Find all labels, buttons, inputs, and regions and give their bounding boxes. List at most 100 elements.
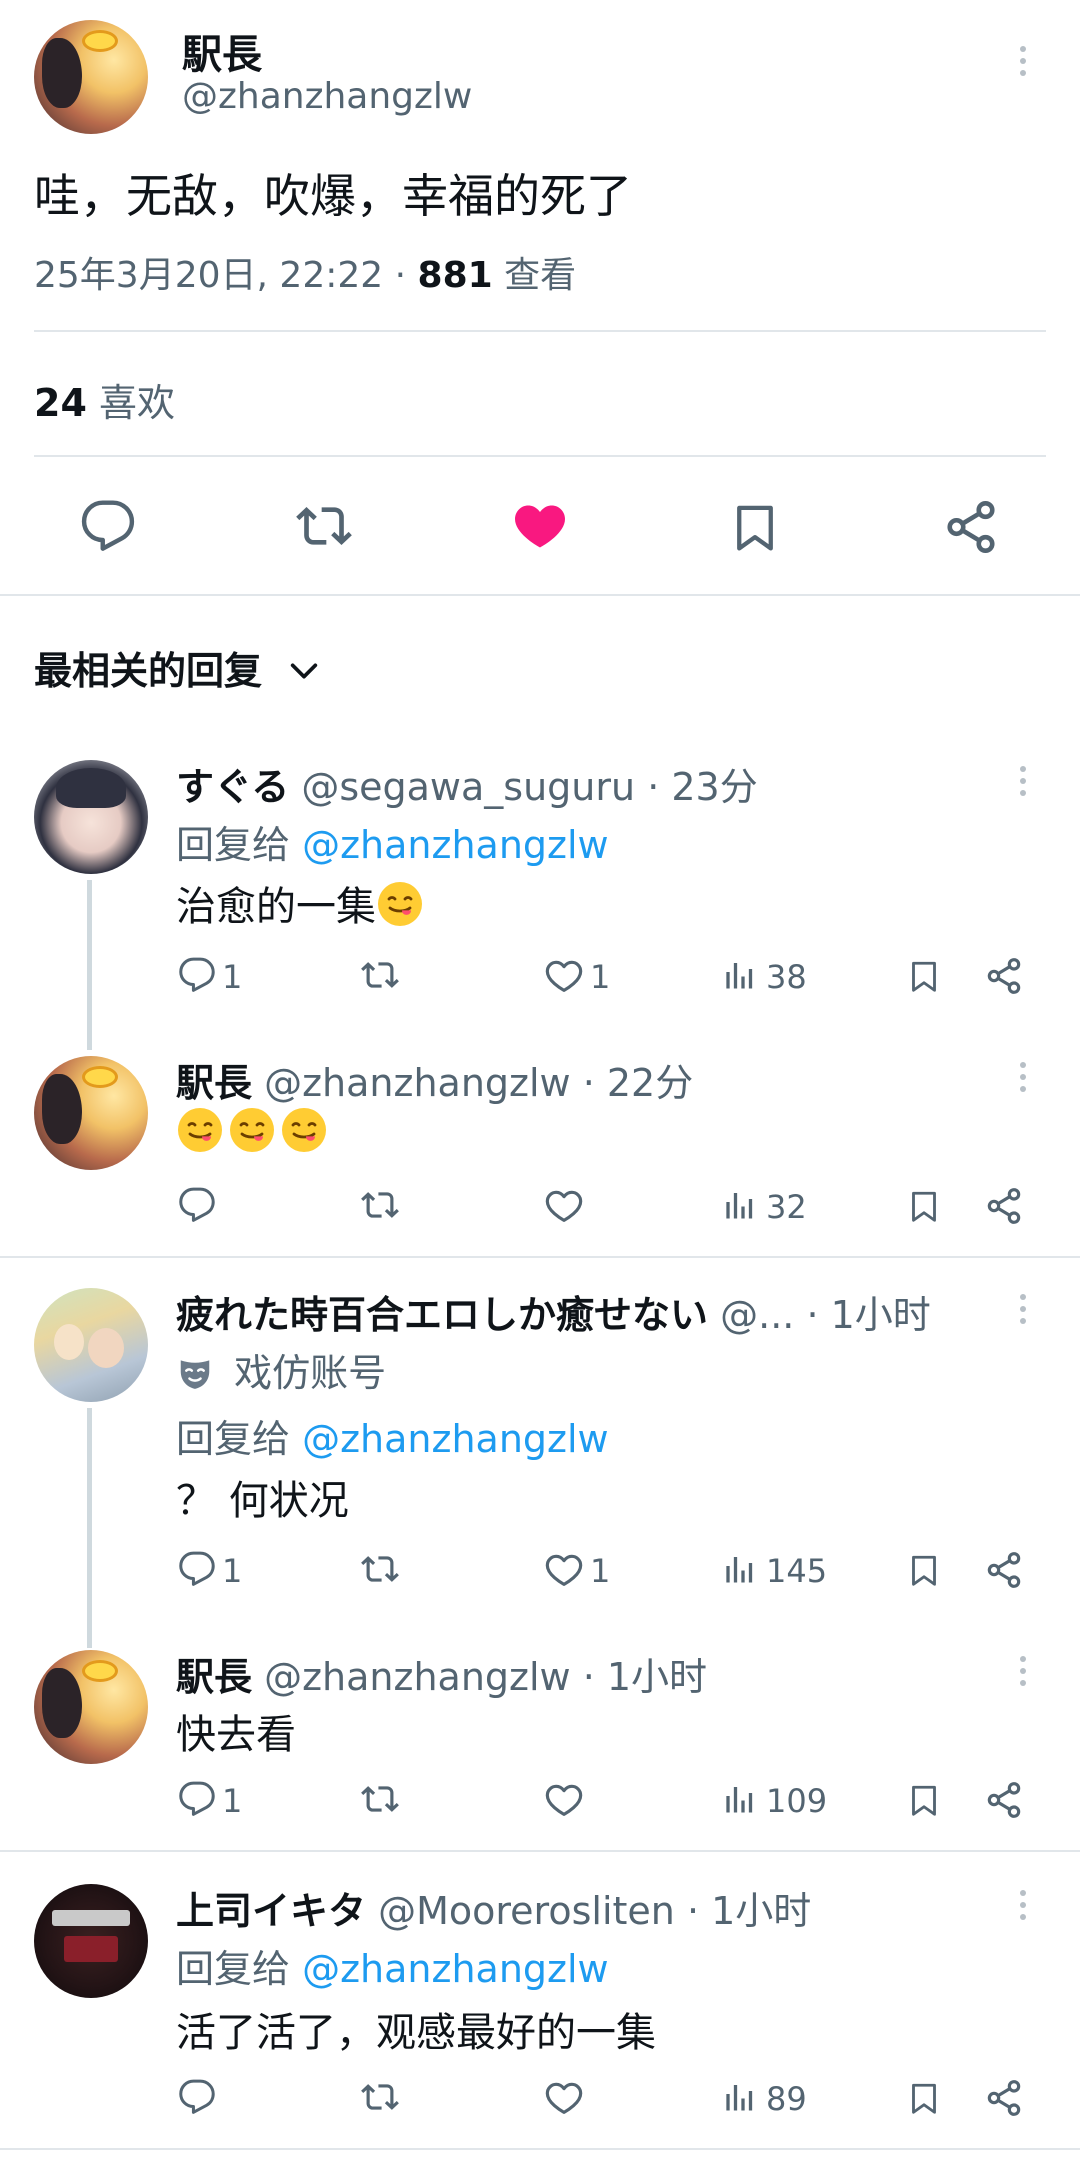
reply-header: すぐる @segawa_suguru · 23分	[176, 756, 758, 811]
reply-time[interactable]: · 22分	[583, 1061, 694, 1105]
reply-handle[interactable]: @zhanzhangzlw	[264, 1655, 571, 1699]
retweet-icon[interactable]	[358, 1186, 402, 1224]
more-icon[interactable]	[1020, 1062, 1028, 1098]
reply-handle[interactable]: @...	[720, 1293, 794, 1337]
views-count: 881	[417, 255, 493, 296]
author-avatar[interactable]	[34, 20, 148, 134]
heart-icon[interactable]	[510, 496, 570, 556]
reply-time[interactable]: · 1小时	[687, 1889, 811, 1933]
reply-icon[interactable]	[178, 956, 216, 994]
reply-handle[interactable]: @Moorerosliten	[378, 1889, 675, 1933]
yum-emoji	[376, 880, 424, 928]
avatar[interactable]	[34, 1288, 148, 1402]
avatar[interactable]	[34, 1650, 148, 1764]
bookmark-icon[interactable]	[728, 498, 782, 556]
views-icon[interactable]	[722, 1780, 758, 1818]
reply-text: 活了活了，观感最好的一集	[176, 2010, 656, 2056]
reply-text-content: 治愈的一集	[176, 884, 376, 930]
bookmark-icon[interactable]	[906, 1780, 942, 1820]
reply-text: 治愈的一集	[176, 874, 424, 932]
bookmark-icon[interactable]	[906, 1550, 942, 1590]
retweet-icon[interactable]	[358, 2078, 402, 2116]
thread-line	[87, 880, 92, 1050]
reply-time[interactable]: · 1小时	[583, 1655, 707, 1699]
reply-header: 上司イキタ @Moorerosliten · 1小时	[176, 1880, 811, 1935]
yum-emoji	[176, 1106, 224, 1154]
parody-mask-icon	[176, 1354, 214, 1392]
views-icon[interactable]	[722, 956, 758, 994]
reply-count: 1	[222, 1782, 243, 1820]
reply-display-name[interactable]: 疲れた時百合エロしか癒せない	[176, 1293, 708, 1337]
reply-time[interactable]: · 23分	[647, 765, 758, 809]
reply-header: 駅長 @zhanzhangzlw · 1小时	[176, 1646, 707, 1701]
tweet-text: 哇，无敌，吹爆，幸福的死了	[34, 169, 632, 223]
avatar[interactable]	[34, 1056, 148, 1170]
divider	[0, 2148, 1080, 2150]
reply-handle[interactable]: @segawa_suguru	[301, 765, 635, 809]
reply-to-prefix: 回复给	[176, 1417, 291, 1461]
heart-icon[interactable]	[544, 2078, 584, 2118]
tweet-meta: 25年3月20日, 22:22 · 881 查看	[34, 246, 576, 298]
reply-display-name[interactable]: 駅長	[176, 1655, 252, 1699]
more-icon[interactable]	[1020, 1294, 1028, 1330]
retweet-icon[interactable]	[294, 498, 354, 554]
parody-badge: 戏仿账号	[176, 1342, 386, 1397]
likes-summary[interactable]: 24 喜欢	[34, 372, 175, 427]
bookmark-icon[interactable]	[906, 1186, 942, 1226]
bookmark-icon[interactable]	[906, 956, 942, 996]
tweet-timestamp[interactable]: 25年3月20日, 22:22	[34, 255, 383, 296]
heart-icon[interactable]	[544, 1780, 584, 1820]
replies-sort-dropdown[interactable]: 最相关的回复	[34, 640, 321, 695]
reply-to-handle[interactable]: @zhanzhangzlw	[302, 823, 609, 867]
bookmark-icon[interactable]	[906, 2078, 942, 2118]
reply-icon[interactable]	[178, 1780, 216, 1818]
more-icon[interactable]	[1020, 1656, 1028, 1692]
heart-icon[interactable]	[544, 956, 584, 996]
reply-to-line: 回复给 @zhanzhangzlw	[176, 1408, 609, 1463]
share-icon[interactable]	[984, 1780, 1024, 1820]
reply-to-handle[interactable]: @zhanzhangzlw	[302, 1947, 609, 1991]
likes-count: 24	[34, 381, 87, 425]
reply-icon[interactable]	[178, 1186, 216, 1224]
view-count: 145	[766, 1552, 828, 1590]
reply-display-name[interactable]: すぐる	[176, 765, 289, 809]
share-icon[interactable]	[984, 2078, 1024, 2118]
reply-to-line: 回复给 @zhanzhangzlw	[176, 1938, 609, 1993]
reply-icon[interactable]	[178, 2078, 216, 2116]
retweet-icon[interactable]	[358, 956, 402, 994]
reply-count: 1	[222, 1552, 243, 1590]
share-icon[interactable]	[984, 956, 1024, 996]
chevron-down-icon	[287, 654, 321, 688]
share-icon[interactable]	[942, 498, 1000, 556]
reply-text: 快去看	[176, 1712, 296, 1758]
view-count: 32	[766, 1188, 807, 1226]
retweet-icon[interactable]	[358, 1780, 402, 1818]
views-icon[interactable]	[722, 1550, 758, 1588]
author-handle[interactable]: @zhanzhangzlw	[182, 76, 472, 117]
reply-icon[interactable]	[80, 498, 136, 554]
reply-display-name[interactable]: 上司イキタ	[176, 1889, 366, 1933]
more-icon[interactable]	[1020, 1890, 1028, 1926]
heart-icon[interactable]	[544, 1186, 584, 1226]
reply-to-handle[interactable]: @zhanzhangzlw	[302, 1417, 609, 1461]
share-icon[interactable]	[984, 1186, 1024, 1226]
reply-display-name[interactable]: 駅長	[176, 1061, 252, 1105]
reply-handle[interactable]: @zhanzhangzlw	[264, 1061, 571, 1105]
more-icon[interactable]	[1020, 766, 1028, 802]
thread-line	[87, 1408, 92, 1648]
views-icon[interactable]	[722, 1186, 758, 1224]
retweet-icon[interactable]	[358, 1550, 402, 1588]
like-count: 1	[590, 958, 611, 996]
avatar[interactable]	[34, 760, 148, 874]
reply-count: 1	[222, 958, 243, 996]
heart-icon[interactable]	[544, 1550, 584, 1590]
reply-to-prefix: 回复给	[176, 1947, 291, 1991]
reply-icon[interactable]	[178, 1550, 216, 1588]
author-display-name[interactable]: 駅長	[182, 22, 262, 80]
yum-emoji	[228, 1106, 276, 1154]
reply-time[interactable]: · 1小时	[806, 1293, 930, 1337]
views-icon[interactable]	[722, 2078, 758, 2116]
share-icon[interactable]	[984, 1550, 1024, 1590]
avatar[interactable]	[34, 1884, 148, 1998]
more-icon[interactable]	[1020, 46, 1028, 82]
